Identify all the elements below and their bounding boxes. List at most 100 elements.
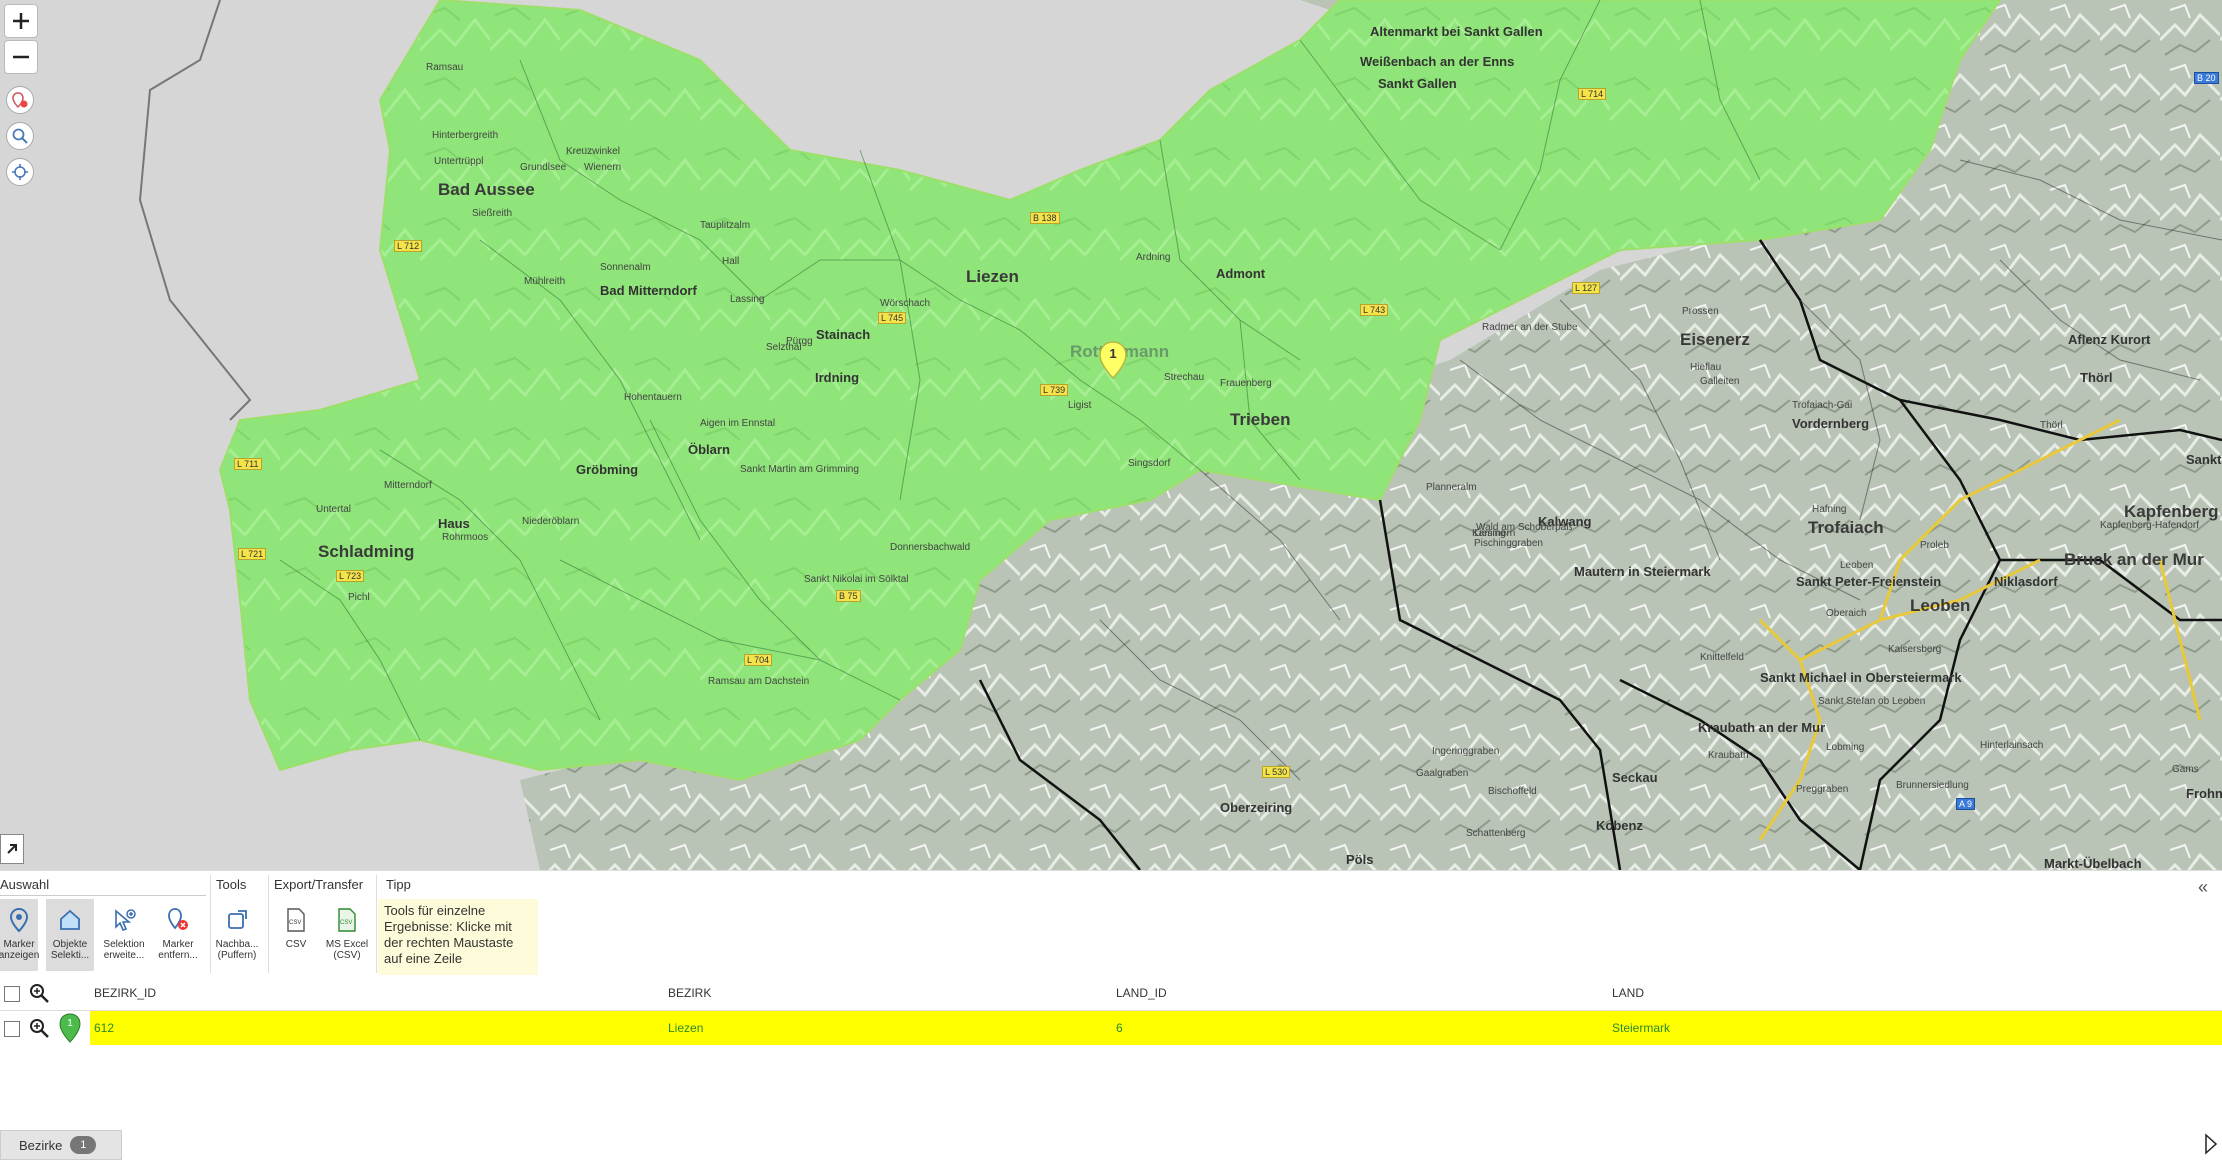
column-header-land[interactable]: LAND bbox=[1612, 986, 1644, 1000]
place-label: Wörschach bbox=[880, 298, 931, 309]
button-label: Nachba... (Puffern) bbox=[215, 939, 259, 961]
selektion-erweitern-button[interactable]: Selektion erweite... bbox=[100, 899, 148, 971]
road-shield: A 9 bbox=[1956, 798, 1976, 810]
buffer-icon bbox=[228, 910, 247, 929]
export-excel-button[interactable]: CSV MS Excel (CSV) bbox=[322, 899, 372, 971]
place-label: Knittelfeld bbox=[1700, 652, 1744, 663]
zoom-search-button[interactable] bbox=[6, 122, 34, 150]
town-label: Eisenerz bbox=[1680, 330, 1750, 349]
button-label: MS Excel (CSV) bbox=[325, 939, 369, 961]
road-shield: L 704 bbox=[744, 654, 773, 666]
button-label: CSV bbox=[285, 939, 307, 950]
town-label: Sankt Michael in Obersteiermark bbox=[1760, 670, 1962, 685]
town-label: Öblarn bbox=[688, 442, 730, 457]
place-label: Hinterbergreith bbox=[432, 130, 499, 141]
place-label: Ramsau am Dachstein bbox=[708, 676, 810, 687]
nachbarn-puffern-button[interactable]: Nachba... (Puffern) bbox=[212, 899, 262, 971]
road-shield: B 75 bbox=[836, 590, 861, 602]
place-label: Sankt Nikolai im Sölktal bbox=[804, 574, 909, 585]
place-label: Proleb bbox=[1920, 540, 1949, 551]
town-label: Seckau bbox=[1612, 770, 1658, 785]
town-label: Mautern in Steiermark bbox=[1574, 564, 1711, 579]
town-label: Bruck an der Mur bbox=[2064, 550, 2204, 569]
road-shield: L 721 bbox=[238, 548, 267, 560]
row-checkbox[interactable] bbox=[4, 1021, 20, 1037]
column-header-bezirk-id[interactable]: BEZIRK_ID bbox=[94, 986, 156, 1000]
zoom-out-button[interactable] bbox=[4, 40, 38, 74]
cell-land-id: 6 bbox=[1116, 1021, 1123, 1035]
town-label: Kobenz bbox=[1596, 818, 1643, 833]
cell-bezirk-id: 612 bbox=[94, 1021, 115, 1035]
place-label: Singsdorf bbox=[1128, 458, 1171, 469]
place-label: Kaisersberg bbox=[1888, 644, 1942, 655]
town-label: Oberzeiring bbox=[1220, 800, 1293, 815]
export-csv-button[interactable]: CSV CSV bbox=[276, 899, 316, 971]
zoom-all-icon[interactable] bbox=[28, 982, 50, 1004]
place-label: Pischinggraben bbox=[1474, 538, 1543, 549]
row-marker[interactable]: 1 bbox=[58, 1013, 82, 1043]
place-label: Sankt Stefan ob Leoben bbox=[1818, 696, 1926, 707]
place-label: Lassing bbox=[730, 294, 765, 305]
place-label: Sießreith bbox=[472, 208, 513, 219]
magnifier-icon bbox=[12, 128, 28, 144]
place-label: Oberaich bbox=[1826, 608, 1867, 619]
town-label: Liezen bbox=[966, 267, 1019, 286]
place-label: Schattenberg bbox=[1466, 828, 1526, 839]
town-label: Schladming bbox=[318, 542, 415, 561]
minus-icon bbox=[13, 55, 29, 59]
place-label: Thörl bbox=[2040, 420, 2063, 431]
locate-button[interactable] bbox=[6, 158, 34, 186]
town-label: Markt-Übelbach bbox=[2044, 856, 2142, 870]
road-shield: L 743 bbox=[1360, 304, 1389, 316]
place-label: Kreuzwinkel bbox=[566, 146, 620, 157]
tab-bezirke[interactable]: Bezirke 1 bbox=[0, 1130, 122, 1160]
town-label: Admont bbox=[1216, 266, 1266, 281]
town-label: Weißenbach an der Enns bbox=[1360, 54, 1515, 69]
road-shield: L 127 bbox=[1572, 282, 1601, 294]
town-label: Bad Mitterndorf bbox=[600, 283, 697, 298]
cell-land: Steiermark bbox=[1612, 1021, 1671, 1035]
town-label: Leoben bbox=[1910, 596, 1971, 615]
plus-icon bbox=[13, 13, 29, 29]
location-marker[interactable]: 1 bbox=[1098, 340, 1128, 380]
town-label: Altenmarkt bei Sankt Gallen bbox=[1370, 24, 1543, 39]
marker-entfernen-button[interactable]: Marker entfern... bbox=[154, 899, 202, 971]
group-title-export: Export/Transfer bbox=[274, 877, 364, 892]
place-label: Aigen im Ennstal bbox=[700, 418, 776, 429]
crosshair-icon bbox=[12, 164, 28, 180]
town-label: Sankt Peter-Freienstein bbox=[1796, 574, 1942, 589]
marker-number: 1 bbox=[1109, 346, 1117, 361]
place-label: Prossen bbox=[1682, 306, 1719, 317]
town-label: Kapfenberg bbox=[2124, 502, 2219, 521]
town-label: Vordernberg bbox=[1792, 416, 1870, 431]
expand-map-button[interactable] bbox=[0, 834, 24, 864]
table-header: BEZIRK_ID BEZIRK LAND_ID LAND bbox=[0, 976, 2222, 1011]
zoom-in-button[interactable] bbox=[4, 4, 38, 38]
marker-anzeigen-button[interactable]: Marker anzeigen bbox=[0, 899, 39, 971]
town-label: Trofaiach bbox=[1808, 518, 1884, 537]
zoom-to-row-icon[interactable] bbox=[28, 1017, 50, 1039]
place-label: Ramsau bbox=[426, 62, 464, 73]
table-row[interactable]: 1 612 Liezen 6 Steiermark bbox=[0, 1011, 2222, 1045]
next-arrow-button[interactable] bbox=[2204, 1133, 2218, 1161]
town-label: Irdning bbox=[815, 370, 860, 385]
remove-marker-map-button[interactable] bbox=[6, 86, 34, 114]
column-header-land-id[interactable]: LAND_ID bbox=[1116, 986, 1167, 1000]
place-label: Gaalgraben bbox=[1416, 768, 1469, 779]
map-view[interactable]: Bad Aussee Liezen Schladming Eisenerz Tr… bbox=[0, 0, 2222, 870]
collapse-panel-button[interactable]: « bbox=[2198, 877, 2208, 898]
road-shield: L 745 bbox=[878, 312, 907, 324]
place-label: Galleiten bbox=[1700, 376, 1740, 387]
column-header-bezirk[interactable]: BEZIRK bbox=[668, 986, 711, 1000]
place-label: Leoben bbox=[1840, 560, 1874, 571]
town-label: Thörl bbox=[2080, 370, 2113, 385]
place-label: Frauenberg bbox=[1220, 378, 1272, 389]
town-label: Sankt Gallen bbox=[1378, 76, 1457, 91]
tab-label: Bezirke bbox=[19, 1137, 63, 1153]
road-shield: L 714 bbox=[1578, 88, 1607, 100]
town-label: Frohnleiten bbox=[2186, 786, 2222, 801]
select-all-checkbox[interactable] bbox=[4, 986, 20, 1002]
objekte-selektieren-button[interactable]: Objekte Selekti... bbox=[46, 899, 94, 971]
svg-text:CSV: CSV bbox=[340, 920, 352, 926]
town-label: Niklasdorf bbox=[1994, 574, 2058, 589]
